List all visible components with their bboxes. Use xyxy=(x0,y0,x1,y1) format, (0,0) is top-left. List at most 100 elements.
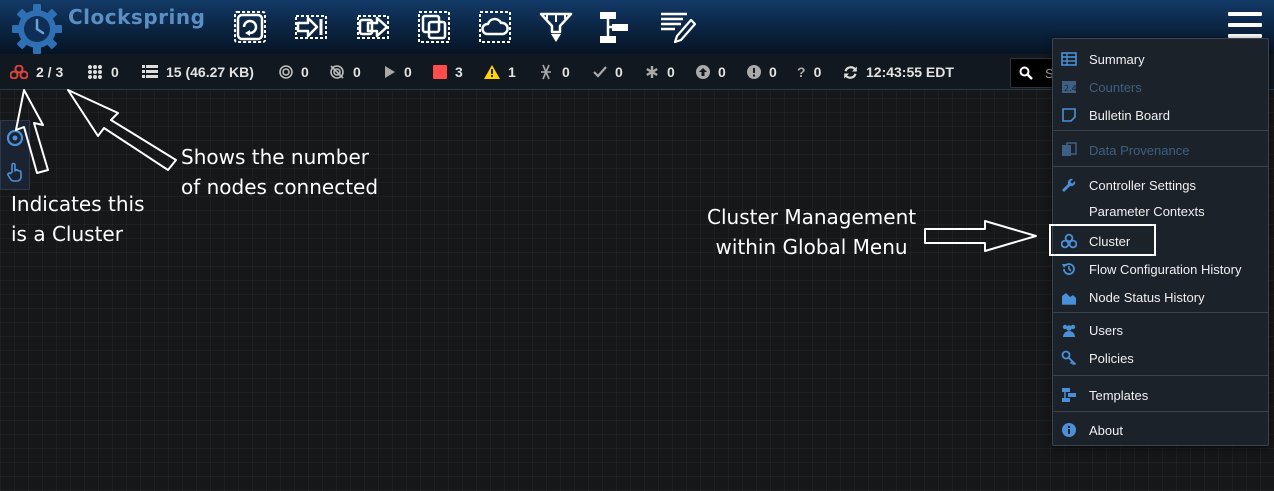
funnel-tool[interactable] xyxy=(537,8,575,46)
operate-button[interactable] xyxy=(1,155,29,189)
not-transmitting-count: 0 xyxy=(353,64,361,80)
hand-pointer-icon xyxy=(7,162,22,182)
menu-item-bulletin-board[interactable]: Bulletin Board xyxy=(1053,103,1268,127)
question-icon: ? xyxy=(797,64,806,80)
annotation-line: within Global Menu xyxy=(715,235,908,259)
users-icon xyxy=(1062,324,1076,337)
sticky-note-icon xyxy=(1062,108,1076,122)
menu-item-users[interactable]: Users xyxy=(1053,318,1268,342)
transmitting-rpg-status: 0 xyxy=(279,54,309,90)
area-chart-icon xyxy=(1062,293,1076,305)
annotation-line: Indicates this xyxy=(11,192,145,216)
stopped-count: 3 xyxy=(455,64,463,80)
stop-icon xyxy=(433,65,447,79)
menu-item-counters: 2.4 Counters xyxy=(1053,75,1268,99)
up-to-date-count: 0 xyxy=(615,64,623,80)
menu-item-label: Templates xyxy=(1089,387,1149,403)
queued-status: 15 (46.27 KB) xyxy=(142,54,254,90)
play-icon xyxy=(384,65,396,79)
templates-icon xyxy=(1062,388,1076,402)
arrow-to-cluster-menu xyxy=(924,220,1037,252)
menu-divider xyxy=(1053,130,1268,131)
invalid-status: 1 xyxy=(484,54,516,90)
stale-count: 0 xyxy=(718,64,726,80)
key-icon xyxy=(1061,350,1077,366)
process-group-icon xyxy=(418,11,450,43)
template-tool[interactable] xyxy=(598,8,636,46)
menu-item-controller-settings[interactable]: Controller Settings xyxy=(1053,173,1268,197)
menu-item-label: About xyxy=(1089,422,1123,438)
locally-modified-status: 0 xyxy=(645,54,675,90)
search-icon xyxy=(1019,66,1033,80)
navigate-button[interactable] xyxy=(1,121,29,155)
modified-stale-count: 0 xyxy=(769,64,777,80)
menu-item-summary[interactable]: Summary xyxy=(1053,47,1268,71)
menu-item-data-provenance: Data Provenance xyxy=(1053,138,1268,162)
label-icon xyxy=(661,12,697,44)
menu-item-cluster[interactable]: Cluster xyxy=(1053,229,1268,253)
sync-failure-status: ? 0 xyxy=(797,54,821,90)
exclamation-circle-icon xyxy=(747,65,761,79)
stopped-status: 3 xyxy=(433,54,463,90)
process-group-tool[interactable] xyxy=(415,8,453,46)
menu-item-policies[interactable]: Policies xyxy=(1053,346,1268,370)
menu-item-label: Users xyxy=(1089,322,1123,338)
refresh-status[interactable]: 12:43:55 EDT xyxy=(843,54,954,90)
running-count: 0 xyxy=(404,64,412,80)
menu-divider xyxy=(1053,166,1268,167)
menu-item-flow-configuration-history[interactable]: Flow Configuration History xyxy=(1053,257,1268,281)
menu-item-node-status-history[interactable]: Node Status History xyxy=(1053,285,1268,309)
processor-tool[interactable] xyxy=(231,8,269,46)
remote-process-group-tool[interactable] xyxy=(476,8,514,46)
clockspring-logo-icon xyxy=(12,4,62,54)
modified-stale-status: 0 xyxy=(747,54,777,90)
menu-item-label: Parameter Contexts xyxy=(1089,203,1205,219)
hamburger-icon xyxy=(1228,12,1262,16)
input-port-icon xyxy=(295,15,327,39)
invalid-count: 1 xyxy=(508,64,516,80)
menu-annotation: Cluster Management within Global Menu xyxy=(707,202,916,262)
running-status: 0 xyxy=(384,54,412,90)
history-icon xyxy=(1062,263,1075,275)
transmitting-status: 0 xyxy=(87,54,119,90)
locally-modified-count: 0 xyxy=(667,64,675,80)
processor-icon xyxy=(234,11,266,43)
template-icon xyxy=(600,12,628,43)
stale-status: 0 xyxy=(696,54,726,90)
check-icon xyxy=(593,66,607,78)
cluster-icon xyxy=(1061,233,1077,249)
disabled-count: 0 xyxy=(562,64,570,80)
menu-item-label: Data Provenance xyxy=(1089,142,1190,158)
disabled-status: 0 xyxy=(538,54,570,90)
menu-item-about[interactable]: About xyxy=(1053,418,1268,442)
cluster-node-count: 2 / 3 xyxy=(36,64,64,80)
label-tool[interactable] xyxy=(659,8,697,46)
menu-item-parameter-contexts[interactable]: Parameter Contexts xyxy=(1053,199,1268,223)
not-transmitting-status: 0 xyxy=(329,54,361,90)
funnel-icon xyxy=(539,12,573,42)
search-field[interactable]: S xyxy=(1010,58,1054,88)
arrow-circle-up-icon xyxy=(696,65,710,79)
menu-item-templates[interactable]: Templates xyxy=(1053,383,1268,407)
transmitting-count: 0 xyxy=(301,64,309,80)
menu-item-label: Summary xyxy=(1089,51,1145,67)
input-port-tool[interactable] xyxy=(292,8,330,46)
refresh-icon[interactable] xyxy=(843,65,858,80)
remote-group-icon xyxy=(479,11,511,43)
counters-icon: 2.4 xyxy=(1062,81,1077,93)
brand-name: Clockspring xyxy=(68,5,206,29)
svg-text:2.4: 2.4 xyxy=(1064,84,1077,93)
menu-item-label: Bulletin Board xyxy=(1089,107,1170,123)
nodes-annotation: Shows the number of nodes connected xyxy=(181,142,378,202)
list-icon xyxy=(142,65,158,79)
annotation-line: Shows the number xyxy=(181,145,369,169)
output-port-tool[interactable] xyxy=(354,8,392,46)
cluster-icon xyxy=(10,65,28,79)
annotation-line: Cluster Management xyxy=(707,205,917,229)
output-port-icon xyxy=(357,15,389,39)
table-icon xyxy=(1061,52,1077,66)
disabled-icon xyxy=(538,64,554,80)
cluster-status[interactable]: 2 / 3 xyxy=(10,54,63,90)
up-to-date-status: 0 xyxy=(593,54,623,90)
menu-item-label: Controller Settings xyxy=(1089,177,1196,193)
